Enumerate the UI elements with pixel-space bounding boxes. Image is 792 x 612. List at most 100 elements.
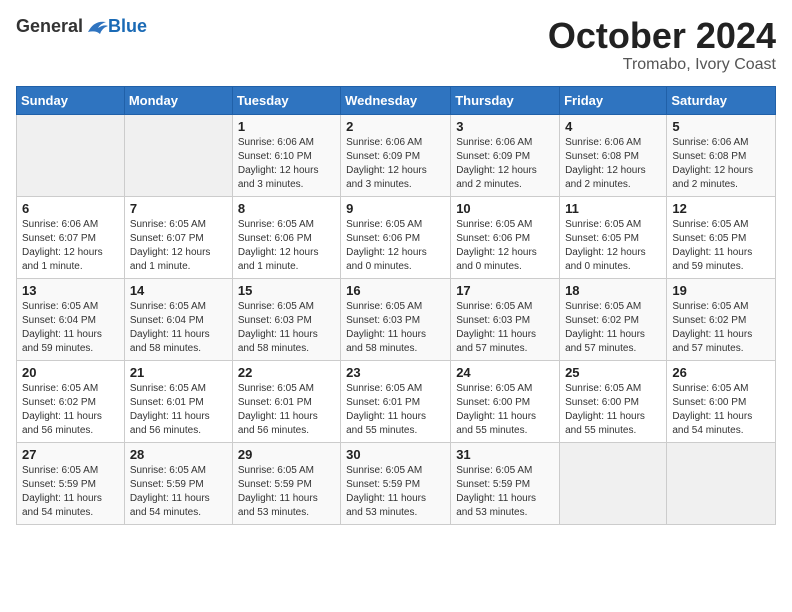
logo-general-text: General <box>16 16 83 37</box>
weekday-header: Friday <box>560 86 667 114</box>
calendar-day-cell: 28 Sunrise: 6:05 AM Sunset: 5:59 PM Dayli… <box>124 442 232 524</box>
day-info: Sunrise: 6:05 AM Sunset: 5:59 PM Dayligh… <box>130 464 227 520</box>
logo-bird-icon <box>86 18 108 36</box>
calendar-day-cell: 4 Sunrise: 6:06 AM Sunset: 6:08 PM Daylig… <box>560 114 667 196</box>
day-info: Sunrise: 6:05 AM Sunset: 5:59 PM Dayligh… <box>456 464 554 520</box>
day-info: Sunrise: 6:05 AM Sunset: 6:01 PM Dayligh… <box>130 382 227 438</box>
day-number: 14 <box>130 283 227 298</box>
day-info: Sunrise: 6:05 AM Sunset: 6:04 PM Dayligh… <box>22 300 119 356</box>
calendar-day-cell: 29 Sunrise: 6:05 AM Sunset: 5:59 PM Dayli… <box>232 442 340 524</box>
day-number: 23 <box>346 365 445 380</box>
calendar-day-cell: 13 Sunrise: 6:05 AM Sunset: 6:04 PM Dayli… <box>17 278 125 360</box>
calendar-day-cell: 6 Sunrise: 6:06 AM Sunset: 6:07 PM Daylig… <box>17 196 125 278</box>
page-header: General Blue October 2024 Tromabo, Ivory… <box>16 16 776 74</box>
day-info: Sunrise: 6:05 AM Sunset: 6:01 PM Dayligh… <box>346 382 445 438</box>
day-info: Sunrise: 6:05 AM Sunset: 6:00 PM Dayligh… <box>565 382 661 438</box>
day-number: 8 <box>238 201 335 216</box>
day-number: 12 <box>672 201 770 216</box>
day-info: Sunrise: 6:06 AM Sunset: 6:08 PM Dayligh… <box>565 136 661 192</box>
day-info: Sunrise: 6:05 AM Sunset: 6:07 PM Dayligh… <box>130 218 227 274</box>
calendar-day-cell: 22 Sunrise: 6:05 AM Sunset: 6:01 PM Dayli… <box>232 360 340 442</box>
day-number: 5 <box>672 119 770 134</box>
calendar-week-row: 27Sunrise: 6:05 AM Sunset: 5:59 PM Dayli… <box>17 442 776 524</box>
calendar-header: SundayMondayTuesdayWednesdayThursdayFrid… <box>17 86 776 114</box>
calendar-day-cell: 16 Sunrise: 6:05 AM Sunset: 6:03 PM Dayli… <box>341 278 451 360</box>
calendar-day-cell: 23 Sunrise: 6:05 AM Sunset: 6:01 PM Dayli… <box>341 360 451 442</box>
day-number: 6 <box>22 201 119 216</box>
month-title: October 2024 Tromabo, Ivory Coast <box>548 16 776 74</box>
calendar-week-row: 13 Sunrise: 6:05 AM Sunset: 6:04 PM Dayli… <box>17 278 776 360</box>
day-info: Sunrise: 6:05 AM Sunset: 6:02 PM Dayligh… <box>22 382 119 438</box>
day-number: 28 <box>130 447 227 462</box>
calendar-day-cell <box>667 442 776 524</box>
month-year: October 2024 <box>548 16 776 56</box>
day-number: 7 <box>130 201 227 216</box>
calendar-day-cell <box>560 442 667 524</box>
day-number: 18 <box>565 283 661 298</box>
day-number: 16 <box>346 283 445 298</box>
calendar-day-cell: 20 Sunrise: 6:05 AM Sunset: 6:02 PM Dayli… <box>17 360 125 442</box>
day-info: Sunrise: 6:05 AM Sunset: 6:02 PM Dayligh… <box>672 300 770 356</box>
day-number: 31 <box>456 447 554 462</box>
day-info: Sunrise: 6:06 AM Sunset: 6:10 PM Dayligh… <box>238 136 335 192</box>
day-info: Sunrise: 6:06 AM Sunset: 6:09 PM Dayligh… <box>346 136 445 192</box>
day-number: 4 <box>565 119 661 134</box>
day-info: Sunrise: 6:05 AM Sunset: 6:00 PM Dayligh… <box>456 382 554 438</box>
calendar-day-cell: 17Sunrise: 6:05 AM Sunset: 6:03 PM Dayli… <box>451 278 560 360</box>
weekday-header: Thursday <box>451 86 560 114</box>
calendar-day-cell: 25 Sunrise: 6:05 AM Sunset: 6:00 PM Dayli… <box>560 360 667 442</box>
day-number: 21 <box>130 365 227 380</box>
day-number: 13 <box>22 283 119 298</box>
day-number: 24 <box>456 365 554 380</box>
calendar-day-cell: 3 Sunrise: 6:06 AM Sunset: 6:09 PM Daylig… <box>451 114 560 196</box>
day-number: 10 <box>456 201 554 216</box>
weekday-header: Wednesday <box>341 86 451 114</box>
day-info: Sunrise: 6:06 AM Sunset: 6:08 PM Dayligh… <box>672 136 770 192</box>
day-info: Sunrise: 6:05 AM Sunset: 6:05 PM Dayligh… <box>565 218 661 274</box>
calendar-week-row: 20 Sunrise: 6:05 AM Sunset: 6:02 PM Dayli… <box>17 360 776 442</box>
calendar-day-cell: 15Sunrise: 6:05 AM Sunset: 6:03 PM Dayli… <box>232 278 340 360</box>
day-info: Sunrise: 6:05 AM Sunset: 5:59 PM Dayligh… <box>346 464 445 520</box>
logo-blue-text: Blue <box>108 16 147 37</box>
calendar-day-cell: 12 Sunrise: 6:05 AM Sunset: 6:05 PM Dayli… <box>667 196 776 278</box>
weekday-header: Sunday <box>17 86 125 114</box>
day-info: Sunrise: 6:05 AM Sunset: 6:01 PM Dayligh… <box>238 382 335 438</box>
weekday-header: Monday <box>124 86 232 114</box>
day-number: 15 <box>238 283 335 298</box>
calendar-day-cell: 11Sunrise: 6:05 AM Sunset: 6:05 PM Dayli… <box>560 196 667 278</box>
calendar-day-cell: 7 Sunrise: 6:05 AM Sunset: 6:07 PM Daylig… <box>124 196 232 278</box>
calendar-day-cell <box>17 114 125 196</box>
calendar-day-cell: 2 Sunrise: 6:06 AM Sunset: 6:09 PM Daylig… <box>341 114 451 196</box>
day-number: 22 <box>238 365 335 380</box>
day-number: 1 <box>238 119 335 134</box>
day-number: 2 <box>346 119 445 134</box>
location: Tromabo, Ivory Coast <box>548 56 776 74</box>
day-info: Sunrise: 6:06 AM Sunset: 6:09 PM Dayligh… <box>456 136 554 192</box>
day-info: Sunrise: 6:05 AM Sunset: 6:03 PM Dayligh… <box>346 300 445 356</box>
day-number: 29 <box>238 447 335 462</box>
calendar-day-cell: 24 Sunrise: 6:05 AM Sunset: 6:00 PM Dayli… <box>451 360 560 442</box>
calendar-body: 1 Sunrise: 6:06 AM Sunset: 6:10 PM Daylig… <box>17 114 776 524</box>
calendar-day-cell <box>124 114 232 196</box>
weekday-header: Saturday <box>667 86 776 114</box>
day-number: 25 <box>565 365 661 380</box>
day-info: Sunrise: 6:05 AM Sunset: 6:00 PM Dayligh… <box>672 382 770 438</box>
calendar-day-cell: 5 Sunrise: 6:06 AM Sunset: 6:08 PM Daylig… <box>667 114 776 196</box>
logo: General Blue <box>16 16 147 37</box>
day-info: Sunrise: 6:05 AM Sunset: 5:59 PM Dayligh… <box>22 464 119 520</box>
calendar-week-row: 6 Sunrise: 6:06 AM Sunset: 6:07 PM Daylig… <box>17 196 776 278</box>
day-info: Sunrise: 6:05 AM Sunset: 6:03 PM Dayligh… <box>456 300 554 356</box>
calendar-day-cell: 8Sunrise: 6:05 AM Sunset: 6:06 PM Daylig… <box>232 196 340 278</box>
day-number: 3 <box>456 119 554 134</box>
calendar-day-cell: 31 Sunrise: 6:05 AM Sunset: 5:59 PM Dayli… <box>451 442 560 524</box>
calendar-day-cell: 27Sunrise: 6:05 AM Sunset: 5:59 PM Dayli… <box>17 442 125 524</box>
day-info: Sunrise: 6:06 AM Sunset: 6:07 PM Dayligh… <box>22 218 119 274</box>
day-info: Sunrise: 6:05 AM Sunset: 5:59 PM Dayligh… <box>238 464 335 520</box>
calendar-day-cell: 26Sunrise: 6:05 AM Sunset: 6:00 PM Dayli… <box>667 360 776 442</box>
day-info: Sunrise: 6:05 AM Sunset: 6:06 PM Dayligh… <box>346 218 445 274</box>
day-number: 20 <box>22 365 119 380</box>
day-info: Sunrise: 6:05 AM Sunset: 6:05 PM Dayligh… <box>672 218 770 274</box>
calendar-week-row: 1 Sunrise: 6:06 AM Sunset: 6:10 PM Daylig… <box>17 114 776 196</box>
day-info: Sunrise: 6:05 AM Sunset: 6:04 PM Dayligh… <box>130 300 227 356</box>
weekday-row: SundayMondayTuesdayWednesdayThursdayFrid… <box>17 86 776 114</box>
